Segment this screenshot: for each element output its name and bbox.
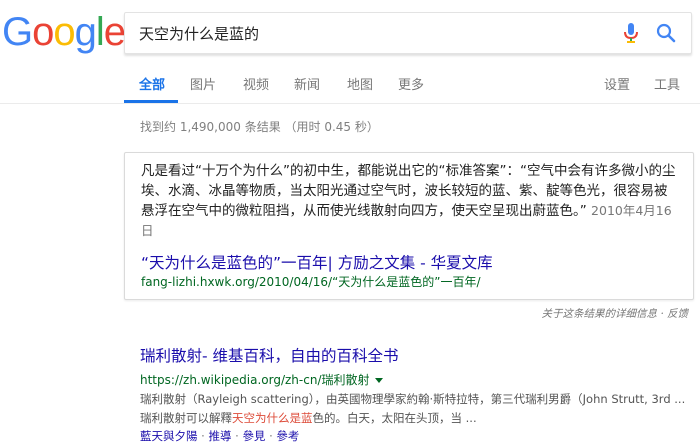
result-stats: 找到约 1,490,000 条结果 （用时 0.45 秒） (140, 120, 379, 134)
result-url: https://zh.wikipedia.org/zh-cn/瑞利散射 (140, 371, 690, 388)
snippet-url: fang-lizhi.hxwk.org/2010/04/16/“天为什么是蓝色的… (141, 275, 481, 289)
snippet-text-block: 凡是看过“十万个为什么”的初中生，都能说出它的“标准答案”：“空气中会有许多微小… (141, 161, 679, 241)
tabs-divider (0, 103, 700, 104)
result-title-link[interactable]: 瑞利散射- 维基百科，自由的百科全书 (140, 344, 690, 366)
search-box[interactable]: 天空为什么是蓝的 (124, 12, 692, 54)
logo-letter: l (95, 10, 105, 54)
logo-letter: g (74, 10, 97, 54)
result-desc-line2: 瑞利散射可以解釋天空为什么是蓝色的。白天，太阳在头顶，当 ... (140, 409, 690, 428)
result-desc-line1: 瑞利散射（Rayleigh scattering），由英國物理學家約翰·斯特拉特… (140, 392, 686, 406)
tab-images[interactable]: 图片 (190, 74, 216, 93)
result-url-text: https://zh.wikipedia.org/zh-cn/瑞利散射 (140, 373, 370, 387)
tab-tools[interactable]: 工具 (654, 74, 680, 93)
sitelink[interactable]: 藍天與夕陽 (140, 429, 198, 443)
desc-text: 色的。白天，太阳在头顶，当 ... (312, 411, 477, 425)
tab-maps[interactable]: 地图 (347, 74, 373, 93)
search-icon[interactable] (655, 22, 677, 44)
featured-snippet: 凡是看过“十万个为什么”的初中生，都能说出它的“标准答案”：“空气中会有许多微小… (124, 152, 694, 300)
logo-letter: o (32, 10, 54, 54)
sitelink[interactable]: 推導 (208, 429, 231, 443)
sitelink-separator: · (197, 429, 209, 443)
sitelink-separator: · (231, 429, 243, 443)
tab-more[interactable]: 更多 (398, 74, 424, 93)
desc-text: 瑞利散射可以解釋 (140, 411, 232, 425)
logo-letter: o (53, 10, 75, 54)
result-description: 瑞利散射（Rayleigh scattering），由英國物理學家約翰·斯特拉特… (140, 390, 690, 428)
tab-all[interactable]: 全部 (139, 74, 165, 93)
logo-letter: e (103, 10, 126, 54)
snippet-title-link[interactable]: “天为什么是蓝色的”一百年| 方励之文集 - 华夏文库 (141, 251, 493, 273)
logo-letter: G (2, 10, 33, 54)
sitelink-separator: · (265, 429, 277, 443)
search-result: 瑞利散射- 维基百科，自由的百科全书 https://zh.wikipedia.… (140, 344, 690, 444)
search-input[interactable]: 天空为什么是蓝的 (139, 23, 259, 44)
sitelink[interactable]: 參見 (242, 429, 265, 443)
google-logo[interactable]: Google (2, 10, 126, 54)
dropdown-caret-icon[interactable] (374, 378, 383, 383)
microphone-icon[interactable] (621, 22, 641, 44)
tab-settings[interactable]: 设置 (604, 74, 630, 93)
tab-news[interactable]: 新闻 (294, 74, 320, 93)
tab-videos[interactable]: 视频 (243, 74, 269, 93)
sitelink[interactable]: 參考 (276, 429, 299, 443)
feedback-link[interactable]: 关于这条结果的详细信息 · 反馈 (541, 306, 688, 321)
desc-highlight: 天空为什么是蓝 (232, 411, 313, 425)
search-tabs: 全部 图片 视频 新闻 地图 更多 设置 工具 (0, 74, 700, 104)
